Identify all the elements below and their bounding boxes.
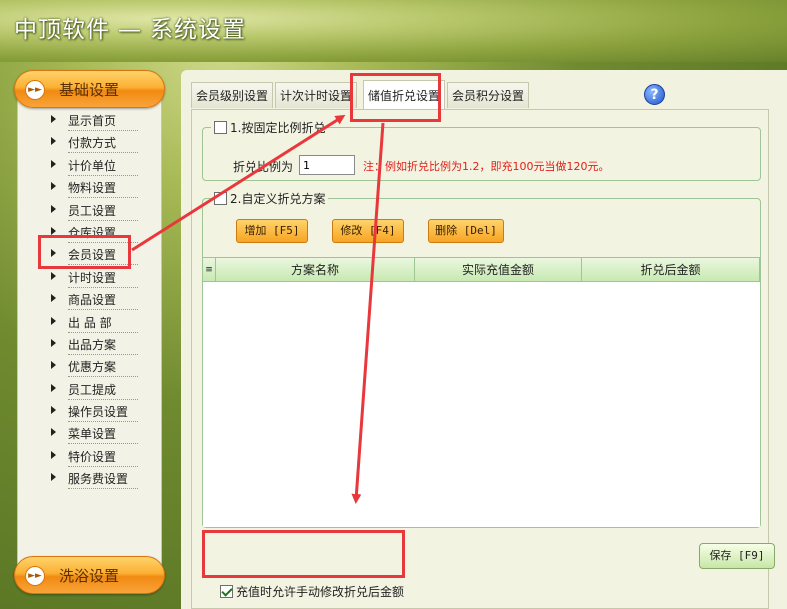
category-bath-settings-button[interactable]: ►► 洗浴设置	[14, 556, 165, 594]
sidebar-item-label: 物料设置	[68, 179, 138, 199]
custom-plan-legend: 2.自定义折兑方案	[211, 190, 329, 207]
sidebar: 显示首页 付款方式 计价单位 物料设置 员工设置 仓库设置 会员设置 计时设置 …	[14, 70, 165, 598]
double-arrow-icon: ►►	[25, 566, 45, 586]
sidebar-item-label: 员工提成	[68, 381, 138, 400]
allow-manual-checkbox[interactable]	[220, 585, 233, 598]
sidebar-item-material[interactable]: 物料设置	[18, 176, 163, 199]
sidebar-item-label: 菜单设置	[68, 425, 138, 445]
sidebar-item-unit[interactable]: 计价单位	[18, 154, 163, 176]
sidebar-item-warehouse[interactable]: 仓库设置	[18, 221, 163, 243]
plan-table[interactable]: ≡ 方案名称 实际充值金额 折兑后金额	[203, 257, 760, 527]
triangle-right-icon	[51, 450, 56, 459]
sidebar-item-label: 仓库设置	[68, 224, 138, 243]
sidebar-item-label: 付款方式	[68, 134, 138, 154]
main-panel: 会员级别设置 计次计时设置 储值折兑设置 会员积分设置 ? 1.按固定比例折兑 …	[181, 70, 787, 609]
triangle-right-icon	[51, 271, 56, 280]
category-basic-settings-button[interactable]: ►► 基础设置	[14, 70, 165, 108]
sidebar-item-display-home[interactable]: 显示首页	[18, 109, 163, 131]
app-title: 中顶软件 — 系统设置	[14, 10, 246, 44]
sidebar-item-label: 计时设置	[68, 269, 138, 288]
sidebar-item-payment[interactable]: 付款方式	[18, 131, 163, 154]
rate-note: 注：例如折兑比例为1.2，即充100元当做120元。	[363, 160, 610, 173]
sidebar-item-label: 服务费设置	[68, 470, 138, 490]
rate-input[interactable]	[299, 155, 355, 175]
triangle-right-icon	[51, 361, 56, 370]
fixed-ratio-label: 1.按固定比例折兑	[230, 121, 326, 135]
fixed-ratio-legend: 1.按固定比例折兑	[211, 119, 329, 136]
custom-plan-label: 2.自定义折兑方案	[230, 192, 326, 206]
sidebar-item-member[interactable]: 会员设置	[18, 243, 163, 266]
sidebar-item-label: 计价单位	[68, 157, 138, 176]
sidebar-nav-list: 显示首页 付款方式 计价单位 物料设置 员工设置 仓库设置 会员设置 计时设置 …	[18, 109, 163, 490]
triangle-right-icon	[51, 316, 56, 325]
rate-label: 折兑比例为	[233, 160, 294, 174]
sidebar-item-output-plan[interactable]: 出品方案	[18, 333, 163, 355]
triangle-right-icon	[51, 383, 56, 392]
sidebar-item-label: 员工设置	[68, 202, 138, 221]
sidebar-item-commission[interactable]: 员工提成	[18, 378, 163, 400]
allow-manual-label: 充值时允许手动修改折兑后金额	[236, 585, 405, 599]
column-converted-amount[interactable]: 折兑后金额	[582, 258, 760, 282]
delete-button[interactable]: 删除 [Del]	[428, 219, 504, 243]
title-bar: 中顶软件 — 系统设置	[0, 0, 787, 62]
edit-button[interactable]: 修改 [F4]	[332, 219, 404, 243]
sidebar-panel: 显示首页 付款方式 计价单位 物料设置 员工设置 仓库设置 会员设置 计时设置 …	[17, 96, 162, 572]
fixed-ratio-group: 1.按固定比例折兑 折兑比例为 注：例如折兑比例为1.2，即充100元当做120…	[202, 119, 761, 181]
sidebar-item-special-price[interactable]: 特价设置	[18, 445, 163, 467]
triangle-right-icon	[51, 473, 56, 482]
triangle-right-icon	[51, 182, 56, 191]
sidebar-item-label: 商品设置	[68, 291, 138, 311]
row-selector-icon: ≡	[203, 258, 216, 282]
triangle-right-icon	[51, 137, 56, 146]
app-name: 中顶软件	[14, 17, 110, 43]
sidebar-item-label: 会员设置	[68, 246, 138, 266]
save-button[interactable]: 保存 [F9]	[699, 543, 775, 569]
fixed-ratio-checkbox[interactable]	[214, 121, 227, 134]
help-icon[interactable]: ?	[644, 84, 665, 105]
triangle-right-icon	[51, 115, 56, 123]
tab-content: 1.按固定比例折兑 折兑比例为 注：例如折兑比例为1.2，即充100元当做120…	[191, 109, 775, 609]
sidebar-item-staff[interactable]: 员工设置	[18, 199, 163, 221]
custom-plan-group: 2.自定义折兑方案 增加 [F5] 修改 [F4] 删除 [Del] ≡ 方案名…	[202, 190, 761, 528]
sidebar-item-menu[interactable]: 菜单设置	[18, 422, 163, 445]
custom-plan-checkbox[interactable]	[214, 192, 227, 205]
tab-stored-value-discount[interactable]: 储值折兑设置	[363, 80, 446, 109]
title-separator: —	[118, 17, 142, 43]
tab-count-timing[interactable]: 计次计时设置	[275, 82, 358, 108]
sidebar-item-goods[interactable]: 商品设置	[18, 288, 163, 311]
sidebar-item-label: 优惠方案	[68, 358, 138, 378]
triangle-right-icon	[51, 294, 56, 303]
sidebar-item-service-fee[interactable]: 服务费设置	[18, 467, 163, 490]
sidebar-item-label: 操作员设置	[68, 403, 138, 423]
category-label: 基础设置	[59, 81, 120, 99]
triangle-right-icon	[51, 338, 56, 347]
sidebar-item-label: 特价设置	[68, 448, 138, 467]
triangle-right-icon	[51, 406, 56, 415]
allow-manual-row: 充值时允许手动修改折兑后金额	[220, 583, 404, 600]
triangle-right-icon	[51, 428, 56, 437]
triangle-right-icon	[51, 204, 56, 213]
tab-member-level[interactable]: 会员级别设置	[191, 82, 274, 108]
sidebar-item-timing[interactable]: 计时设置	[18, 266, 163, 288]
triangle-right-icon	[51, 226, 56, 235]
column-actual-amount[interactable]: 实际充值金额	[415, 258, 582, 282]
double-arrow-icon: ►►	[25, 80, 45, 100]
plan-table-header: ≡ 方案名称 实际充值金额 折兑后金额	[203, 258, 760, 282]
sidebar-item-label: 出品方案	[68, 336, 138, 355]
sidebar-item-label: 显示首页	[68, 112, 138, 131]
sidebar-item-operator[interactable]: 操作员设置	[18, 400, 163, 423]
sidebar-item-discount-plan[interactable]: 优惠方案	[18, 355, 163, 378]
app-subtitle: 系统设置	[150, 17, 246, 43]
category-label: 洗浴设置	[59, 567, 120, 585]
add-button[interactable]: 增加 [F5]	[236, 219, 308, 243]
sidebar-item-label: 出 品 部	[68, 314, 138, 333]
triangle-right-icon	[51, 159, 56, 168]
sidebar-item-output-dept[interactable]: 出 品 部	[18, 311, 163, 333]
triangle-right-icon	[51, 249, 56, 258]
column-plan-name[interactable]: 方案名称	[216, 258, 415, 282]
tab-member-points[interactable]: 会员积分设置	[447, 82, 530, 108]
